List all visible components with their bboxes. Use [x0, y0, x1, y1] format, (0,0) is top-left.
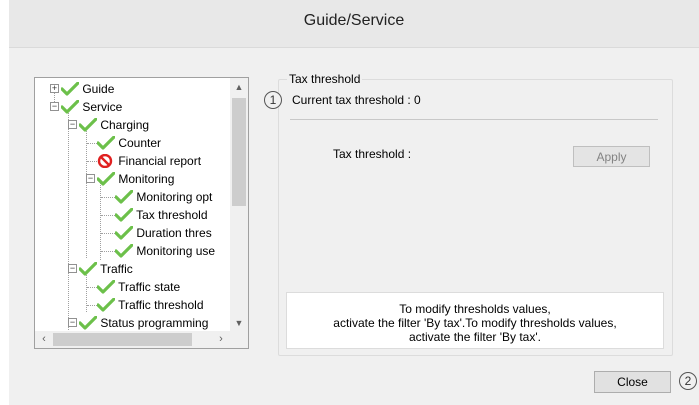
- tree-item-label: Monitoring: [118, 172, 175, 186]
- tree-item-label: Financial report: [118, 154, 202, 168]
- tree-connector: [101, 197, 115, 198]
- tree-item-counter[interactable]: Counter: [97, 134, 161, 152]
- tree-connector: [87, 287, 97, 288]
- tree-item-tax-threshold[interactable]: Tax threshold: [115, 206, 208, 224]
- check-icon: [79, 315, 97, 330]
- tree-item-label: Monitoring opt: [136, 190, 213, 204]
- check-icon: [115, 207, 133, 222]
- tree-connector: [86, 272, 87, 312]
- check-icon: [97, 135, 115, 150]
- apply-button[interactable]: Apply: [573, 146, 650, 167]
- check-icon: [79, 261, 97, 276]
- tree-item-guide[interactable]: Guide: [61, 80, 114, 98]
- check-icon: [79, 117, 97, 132]
- tree-connector: [68, 110, 69, 330]
- tree-item-label: Service: [82, 100, 123, 114]
- tree-horizontal-scrollbar[interactable]: ‹ ›: [35, 331, 248, 348]
- current-tax-threshold: Current tax threshold : 0: [292, 93, 421, 107]
- collapse-charging-toggle[interactable]: −: [68, 120, 77, 129]
- tree-item-label: Guide: [82, 82, 115, 96]
- group-title: Tax threshold: [287, 72, 363, 86]
- collapse-traffic-toggle[interactable]: −: [68, 264, 77, 273]
- tree-item-monitoring-options[interactable]: Monitoring opt: [115, 188, 212, 206]
- tree-items: + Guide − Service − Charging Counter Fin…: [35, 78, 231, 332]
- tree-item-service[interactable]: Service: [61, 98, 122, 116]
- tree-connector: [100, 182, 101, 260]
- check-icon: [61, 81, 79, 96]
- tree-connector: [101, 233, 115, 234]
- tree-item-financial-report[interactable]: Financial report: [97, 152, 201, 170]
- service-tree[interactable]: + Guide − Service − Charging Counter Fin…: [34, 77, 249, 349]
- info-line-2: activate the filter 'By tax'.To modify t…: [333, 316, 617, 330]
- window-frame: [0, 0, 9, 405]
- check-icon: [115, 189, 133, 204]
- tree-item-label: Charging: [100, 118, 150, 132]
- tree-connector: [87, 305, 97, 306]
- tree-connector: [86, 128, 87, 258]
- tree-item-label: Status programming: [100, 316, 209, 330]
- expand-guide-toggle[interactable]: +: [50, 84, 59, 93]
- check-icon: [97, 279, 115, 294]
- tree-item-monitoring-use[interactable]: Monitoring use: [115, 242, 215, 260]
- scroll-down-arrow-icon[interactable]: ▼: [230, 314, 248, 332]
- tree-item-label: Traffic state: [118, 280, 181, 294]
- tree-item-traffic-state[interactable]: Traffic state: [97, 278, 180, 296]
- check-icon: [97, 171, 115, 186]
- scroll-left-arrow-icon[interactable]: ‹: [35, 331, 53, 348]
- check-icon: [115, 243, 133, 258]
- tree-item-label: Traffic threshold: [118, 298, 204, 312]
- collapse-status-programming-toggle[interactable]: −: [68, 318, 77, 327]
- window-title: Guide/Service: [303, 12, 405, 29]
- tree-item-charging[interactable]: Charging: [79, 116, 149, 134]
- info-line-3: activate the filter 'By tax'.: [409, 330, 541, 344]
- tree-item-label: Monitoring use: [136, 244, 216, 258]
- tree-item-label: Duration thres: [136, 226, 212, 240]
- scroll-up-arrow-icon[interactable]: ▲: [230, 78, 248, 96]
- tax-threshold-label: Tax threshold :: [333, 147, 412, 161]
- info-line-1: To modify thresholds values,: [399, 302, 551, 316]
- divider: [290, 119, 658, 120]
- tree-item-label: Traffic: [100, 262, 133, 276]
- tree-connector: [87, 161, 97, 162]
- callout-badge-2: 2: [679, 372, 697, 390]
- tree-item-status-programming[interactable]: Status programming: [79, 314, 208, 332]
- horizontal-scroll-thumb[interactable]: [53, 333, 192, 346]
- forbidden-icon: [97, 153, 115, 168]
- vertical-scroll-thumb[interactable]: [232, 98, 246, 206]
- check-icon: [61, 99, 79, 114]
- scroll-right-arrow-icon[interactable]: ›: [212, 331, 230, 348]
- tree-item-duration-threshold[interactable]: Duration thres: [115, 224, 212, 242]
- tree-item-traffic-threshold[interactable]: Traffic threshold: [97, 296, 204, 314]
- tree-item-monitoring[interactable]: Monitoring: [97, 170, 174, 188]
- title-bar[interactable]: Guide/Service: [9, 0, 699, 48]
- check-icon: [97, 297, 115, 312]
- callout-badge-1: 1: [264, 91, 282, 109]
- tree-connector: [101, 215, 115, 216]
- info-message-box: To modify thresholds values, activate th…: [286, 292, 664, 349]
- collapse-monitoring-toggle[interactable]: −: [86, 174, 95, 183]
- tree-item-label: Counter: [118, 136, 162, 150]
- tree-item-traffic[interactable]: Traffic: [79, 260, 133, 278]
- check-icon: [115, 225, 133, 240]
- tree-item-label: Tax threshold: [136, 208, 208, 222]
- tree-vertical-scrollbar[interactable]: ▲ ▼: [230, 78, 248, 332]
- close-button[interactable]: Close: [594, 371, 671, 393]
- collapse-service-toggle[interactable]: −: [50, 102, 59, 111]
- tree-connector: [101, 251, 115, 252]
- tree-connector: [87, 143, 97, 144]
